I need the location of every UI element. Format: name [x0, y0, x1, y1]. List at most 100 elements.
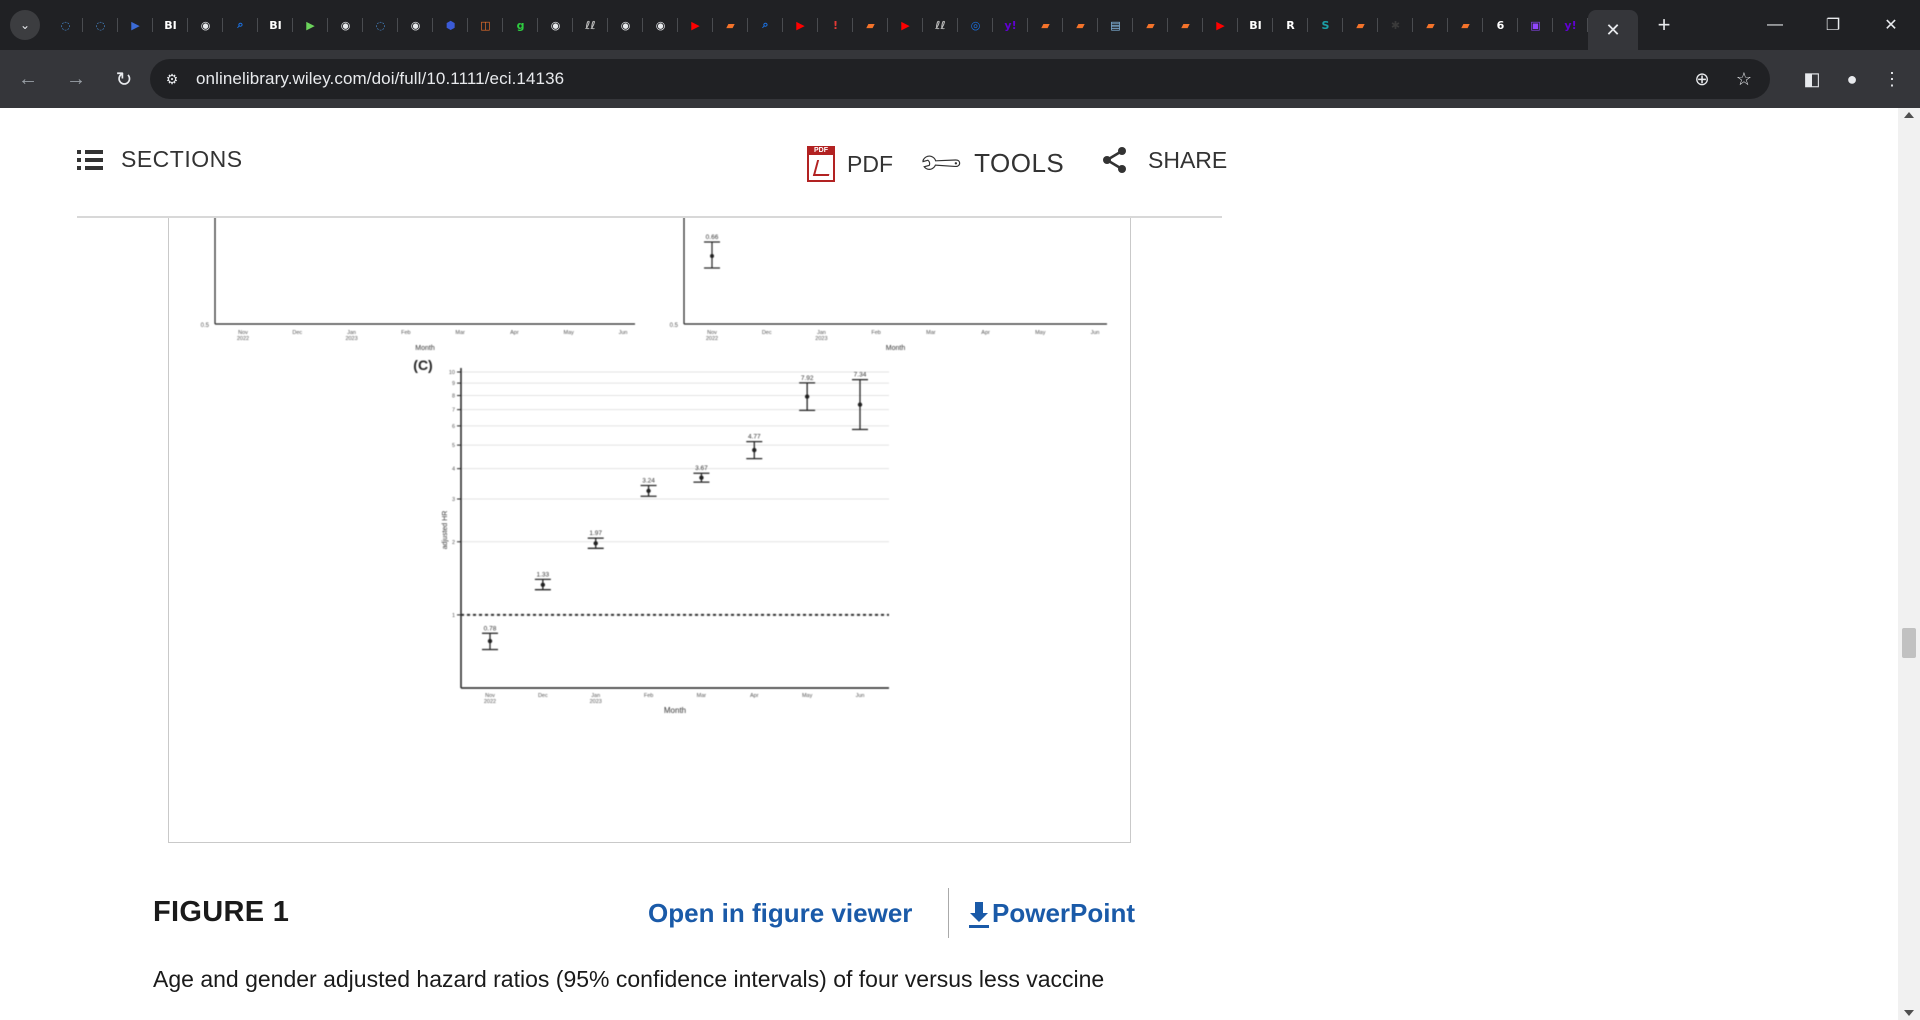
scroll-thumb[interactable] — [1902, 628, 1916, 658]
minimize-icon[interactable]: — — [1746, 0, 1804, 50]
tab[interactable]: ▰ — [1343, 9, 1378, 41]
zoom-icon[interactable]: ⊕ — [1686, 63, 1718, 95]
tab[interactable]: ▶ — [783, 9, 818, 41]
youtube-icon: ▶ — [796, 18, 805, 32]
tab[interactable]: ▶ — [888, 9, 923, 41]
close-tab-icon[interactable]: ✕ — [1605, 20, 1620, 41]
tab[interactable]: ▶ — [293, 9, 328, 41]
close-window-icon[interactable]: ✕ — [1862, 0, 1920, 50]
wrench-icon: 🔧︎ — [915, 137, 967, 190]
bug-icon: ✱ — [1390, 18, 1401, 32]
pdf-icon — [807, 146, 835, 182]
tab[interactable]: ◉ — [328, 9, 363, 41]
back-arrow-icon[interactable]: ← — [8, 59, 48, 99]
tab[interactable]: ! — [818, 9, 853, 41]
tab[interactable]: ▶ — [1203, 9, 1238, 41]
sections-button[interactable]: SECTIONS — [77, 146, 243, 173]
tab[interactable]: ▰ — [1063, 9, 1098, 41]
data-point — [752, 447, 757, 453]
tab[interactable]: ▰ — [853, 9, 888, 41]
share-button[interactable]: SHARE — [1102, 146, 1227, 174]
profile-icon[interactable]: ● — [1832, 59, 1872, 99]
tools-label: TOOLS — [974, 148, 1065, 178]
x-tick-label: Jun — [619, 330, 628, 336]
pdf-button[interactable]: PDF — [807, 146, 893, 182]
menu-kebab-icon[interactable]: ⋮ — [1872, 59, 1912, 99]
page-scrollbar[interactable] — [1898, 108, 1920, 1020]
tab[interactable]: 6 — [1483, 9, 1518, 41]
y-tick-label: 7 — [452, 408, 455, 414]
tab[interactable]: ◉ — [398, 9, 433, 41]
restore-icon[interactable]: ❐ — [1804, 0, 1862, 50]
tab[interactable]: y! — [1553, 9, 1588, 41]
tab[interactable]: ✱ — [1378, 9, 1413, 41]
tab[interactable]: ◫ — [468, 9, 503, 41]
address-bar[interactable]: ⚙ onlinelibrary.wiley.com/doi/full/10.11… — [150, 59, 1770, 99]
tab[interactable]: ▣ — [1518, 9, 1553, 41]
tab[interactable]: ▰ — [1448, 9, 1483, 41]
url-text[interactable]: onlinelibrary.wiley.com/doi/full/10.1111… — [196, 69, 564, 89]
tab[interactable]: g — [503, 9, 538, 41]
tab[interactable]: R — [1273, 9, 1308, 41]
tab-search-menu-button[interactable]: ⌄ — [10, 10, 40, 40]
tab[interactable]: ◉ — [188, 9, 223, 41]
powerpoint-label: PowerPoint — [992, 898, 1136, 928]
tab[interactable]: ▰ — [1168, 9, 1203, 41]
tab[interactable]: ℓℓ — [573, 9, 608, 41]
tab[interactable]: ⌕ — [223, 9, 258, 41]
tab[interactable]: y! — [993, 9, 1028, 41]
x-tick-label: Dec — [538, 693, 548, 699]
forward-arrow-icon[interactable]: → — [56, 59, 96, 99]
tab[interactable]: ◌ — [83, 9, 118, 41]
data-label: 7.92 — [801, 375, 814, 382]
bookmark-icon: ▰ — [866, 18, 875, 32]
powerpoint-link[interactable]: PowerPoint — [968, 898, 1135, 929]
tab[interactable]: ▤ — [1098, 9, 1133, 41]
data-point — [646, 488, 651, 494]
tab[interactable]: ⬢ — [433, 9, 468, 41]
tab[interactable]: BI — [153, 9, 188, 41]
tab[interactable]: ◉ — [538, 9, 573, 41]
bookmark-icon: ▰ — [1146, 18, 1155, 32]
x-tick-label: 2023 — [815, 336, 827, 342]
tab[interactable]: S — [1308, 9, 1343, 41]
tab[interactable]: ⌕ — [748, 9, 783, 41]
side-panel-icon[interactable]: ◧ — [1792, 59, 1832, 99]
x-tick-label: 2023 — [345, 336, 357, 342]
tools-button[interactable]: 🔧︎ TOOLS — [915, 138, 1065, 190]
scroll-down-arrow-icon[interactable] — [1904, 1010, 1914, 1016]
x-axis-label: Month — [886, 345, 906, 352]
bookmark-icon: ▰ — [726, 18, 735, 32]
tab[interactable]: ▶ — [118, 9, 153, 41]
tab[interactable]: BI — [1238, 9, 1273, 41]
bookmark-star-icon[interactable]: ☆ — [1728, 63, 1760, 95]
play-icon: ▶ — [306, 18, 315, 32]
x-tick-label: 2023 — [590, 699, 602, 705]
tab[interactable]: ◉ — [643, 9, 678, 41]
tab[interactable]: ◉ — [608, 9, 643, 41]
site-info-icon[interactable]: ⚙ — [156, 63, 188, 95]
tab[interactable]: BI — [258, 9, 293, 41]
tab[interactable]: ℓℓ — [923, 9, 958, 41]
reload-icon[interactable]: ↻ — [104, 59, 144, 99]
tab[interactable]: ▰ — [1413, 9, 1448, 41]
active-tab[interactable]: ✕ — [1588, 10, 1638, 50]
open-figure-viewer-link[interactable]: Open in figure viewer — [648, 898, 912, 929]
tab[interactable]: ▰ — [1133, 9, 1168, 41]
new-tab-button[interactable]: + — [1646, 7, 1682, 43]
x-tick-label: Apr — [510, 330, 519, 336]
tab[interactable]: ▰ — [713, 9, 748, 41]
x-tick-label: May — [802, 693, 813, 699]
tab[interactable]: ◌ — [48, 9, 83, 41]
badge-icon: ◫ — [480, 18, 491, 32]
shield-icon: ◌ — [375, 18, 386, 32]
scroll-up-arrow-icon[interactable] — [1904, 112, 1914, 118]
tab[interactable]: ◎ — [958, 9, 993, 41]
tab[interactable]: ▰ — [1028, 9, 1063, 41]
data-point — [804, 394, 810, 399]
tab[interactable]: ◌ — [363, 9, 398, 41]
y-tick-label: 1 — [452, 613, 455, 619]
tab[interactable]: ▶ — [678, 9, 713, 41]
globe-icon: ◉ — [550, 18, 561, 32]
figure-image[interactable]: 0.5 Nov 2022 Dec Jan 2023 Feb Mar Apr May Jun Month… — [168, 108, 1131, 843]
